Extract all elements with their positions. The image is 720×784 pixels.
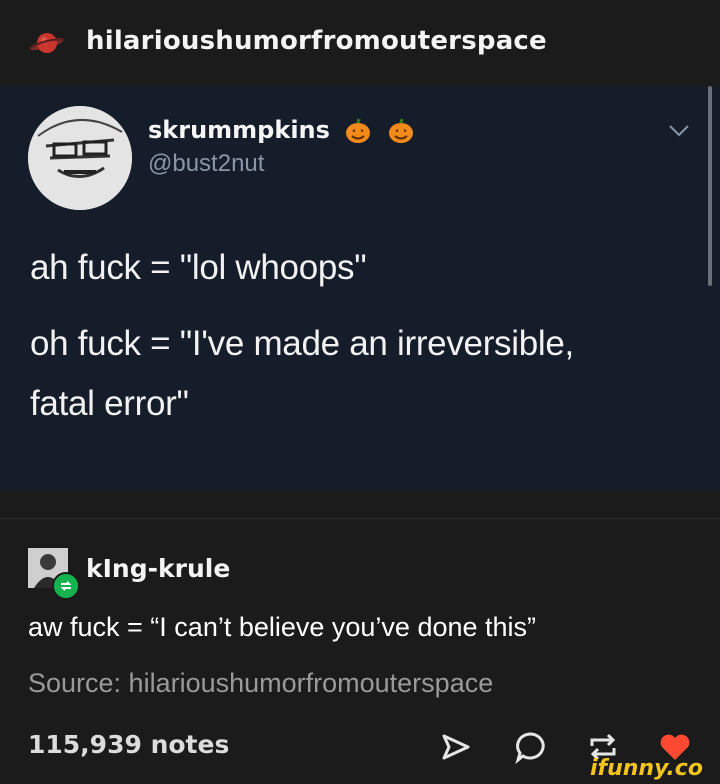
blog-name[interactable]: hilarioushumorfromouterspace	[86, 26, 547, 56]
tweet-handle[interactable]: @bust2nut	[148, 150, 264, 178]
pumpkin-icon	[388, 118, 413, 143]
avatar[interactable]	[28, 106, 132, 210]
scrollbar[interactable]	[708, 86, 712, 286]
tweet-text-line: ah fuck = "lol whoops"	[30, 248, 367, 287]
reblog-badge-icon	[52, 572, 80, 600]
comment-icon[interactable]	[514, 730, 548, 764]
tweet-text-line: oh fuck = "I've made an irreversible,	[30, 324, 574, 363]
source-link[interactable]: Source: hilarioushumorfromouterspace	[28, 668, 493, 699]
share-icon[interactable]	[438, 730, 472, 764]
tweet-card: skrummpkins @bust2nut ah fuck = "lol who…	[0, 86, 720, 490]
divider	[0, 518, 720, 519]
reblog-text: aw fuck = “I can’t believe you’ve done t…	[28, 612, 537, 642]
planet-icon[interactable]	[28, 28, 66, 58]
chevron-down-icon[interactable]	[668, 124, 690, 138]
reblog-username[interactable]: kIng-krule	[86, 554, 230, 583]
watermark: ifunny.co	[590, 756, 703, 781]
pumpkin-icon	[346, 118, 371, 143]
post-header: hilarioushumorfromouterspace	[0, 0, 720, 86]
notes-count[interactable]: 115,939 notes	[28, 730, 229, 759]
tweet-author-name[interactable]: skrummpkins	[148, 116, 415, 145]
drawn-face-icon	[28, 106, 132, 210]
tweet-text-line: fatal error"	[30, 384, 189, 423]
